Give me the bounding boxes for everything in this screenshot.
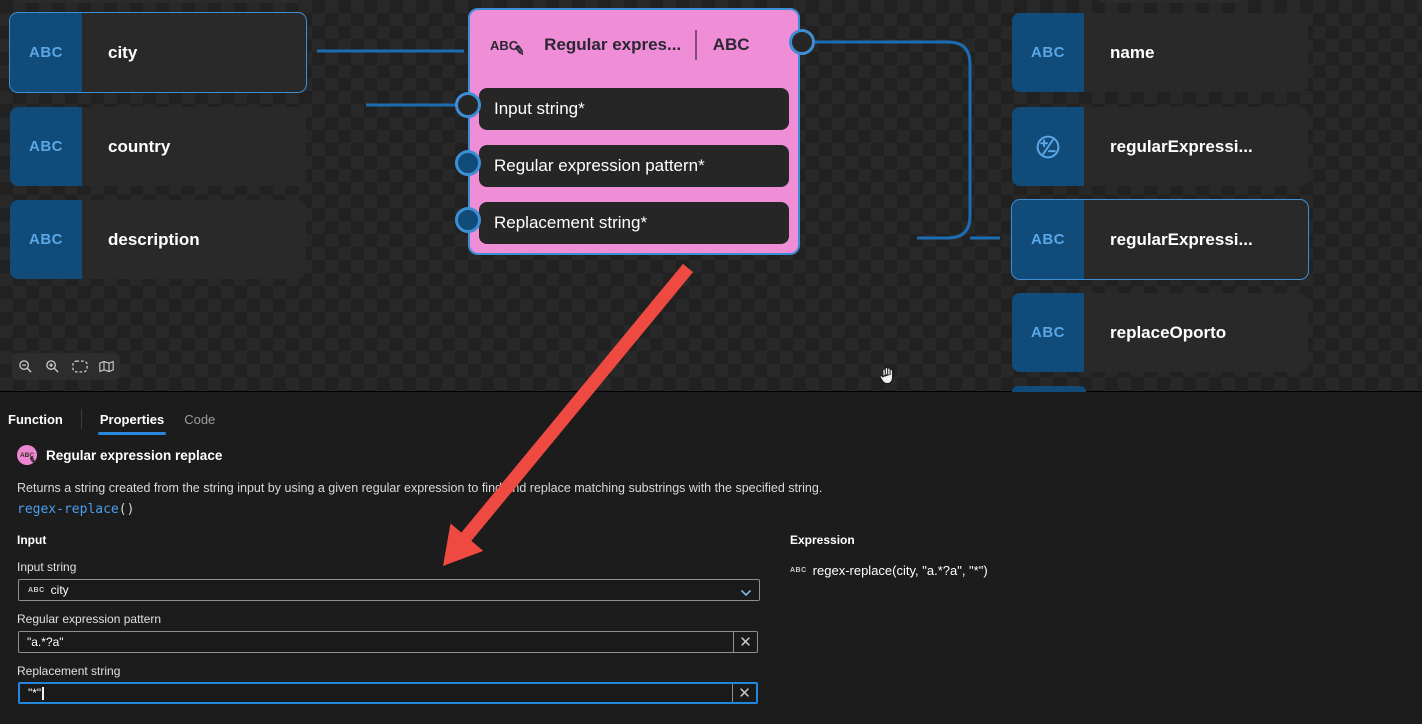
string-type-icon: ABC <box>1012 200 1084 279</box>
pattern-value: "a.*?a" <box>27 635 64 649</box>
input-string-label: Input string <box>17 560 77 574</box>
string-type-icon: ABC <box>1012 293 1084 372</box>
function-input-row[interactable]: Input string* <box>479 88 789 130</box>
minimap-icon[interactable] <box>96 356 118 378</box>
target-node-regular-expression[interactable]: ABC regularExpressi... <box>1011 199 1309 280</box>
string-type-icon: ABC <box>10 200 82 279</box>
expression-section-heading: Expression <box>790 533 855 547</box>
pattern-input[interactable]: "a.*?a" ✕ <box>18 631 758 653</box>
input-port-pattern[interactable] <box>455 150 481 176</box>
replacement-value: "*" <box>28 686 42 700</box>
clipped-node-top-left <box>15 0 299 3</box>
function-node-regex-replace[interactable]: ABC ✎ Regular expres... ABC Input string*… <box>468 8 800 255</box>
edge-function-output[interactable] <box>802 40 972 240</box>
node-label: replaceOporto <box>1110 322 1227 342</box>
string-type-icon: ABC <box>10 13 82 92</box>
tab-properties[interactable]: Properties <box>90 405 174 435</box>
string-type-icon: ABC <box>10 107 82 186</box>
abc-edit-icon: ABC ✎ <box>17 445 37 466</box>
output-port[interactable] <box>789 29 815 55</box>
panel-title: Function <box>8 411 63 427</box>
clipped-node-top-right <box>1100 0 1243 3</box>
function-node-header: ABC ✎ Regular expres... ABC <box>470 10 798 80</box>
source-node-description[interactable]: ABC description <box>10 200 306 279</box>
node-label: regularExpressi... <box>1110 229 1253 249</box>
replacement-label: Replacement string <box>17 664 121 678</box>
pattern-label: Regular expression pattern <box>17 612 162 626</box>
number-type-icon <box>1012 107 1084 186</box>
expression-value: regex-replace(city, "a.*?a", "*") <box>812 563 988 578</box>
string-type-prefix: ABC <box>28 586 45 594</box>
source-node-country[interactable]: ABC country <box>10 107 306 186</box>
abc-edit-icon: ABC ✎ <box>490 37 527 59</box>
replacement-input[interactable]: "*" ✕ <box>18 682 758 704</box>
output-type-badge: ABC <box>712 35 750 54</box>
input-section-heading: Input <box>17 533 47 547</box>
string-type-icon: ABC <box>1012 13 1084 92</box>
function-description: Returns a string created from the string… <box>17 481 823 495</box>
node-label: city <box>108 42 138 62</box>
fit-view-icon[interactable] <box>69 356 91 378</box>
target-node-replace-oporto[interactable]: ABC replaceOporto <box>1012 293 1308 372</box>
clipped-node-bottom-right <box>1012 386 1086 392</box>
expression-preview: ABC regex-replace(city, "a.*?a", "*") <box>790 563 988 578</box>
panel-tabs: Function Properties Code <box>0 405 225 435</box>
clear-icon[interactable]: ✕ <box>732 684 756 702</box>
function-input-row[interactable]: Replacement string* <box>479 202 789 244</box>
function-name: Regular expression replace <box>46 447 223 463</box>
string-type-prefix: ABC <box>790 567 807 574</box>
properties-panel: Function Properties Code ABC ✎ Regular ex… <box>0 393 1422 724</box>
input-port-replacement[interactable] <box>455 207 481 233</box>
chevron-down-icon[interactable] <box>740 586 752 600</box>
node-label: country <box>108 136 171 156</box>
node-label: name <box>1110 42 1155 62</box>
input-port-input-string[interactable] <box>455 92 481 118</box>
node-label: description <box>108 229 200 249</box>
function-signature: regex-replace() <box>17 502 135 517</box>
node-label: regularExpressi... <box>1110 136 1253 156</box>
header-divider <box>695 30 697 60</box>
input-string-value: city <box>50 583 69 597</box>
target-node-regular-expression-number[interactable]: regularExpressi... <box>1012 107 1308 186</box>
function-info-header: ABC ✎ Regular expression replace <box>17 445 223 466</box>
clear-icon[interactable]: ✕ <box>733 632 757 652</box>
canvas-toolbar <box>12 353 120 380</box>
tab-code[interactable]: Code <box>174 405 225 433</box>
tab-divider <box>80 409 82 429</box>
mapper-canvas[interactable]: ABC city ABC country ABC description ABC… <box>0 0 1422 392</box>
zoom-out-icon[interactable] <box>15 356 37 378</box>
hand-cursor-icon <box>876 364 899 393</box>
target-node-name[interactable]: ABC name <box>1012 13 1308 92</box>
input-string-dropdown[interactable]: ABC city <box>18 579 760 601</box>
text-caret <box>42 686 44 700</box>
zoom-in-icon[interactable] <box>42 356 64 378</box>
function-input-row[interactable]: Regular expression pattern* <box>479 145 789 187</box>
source-node-city[interactable]: ABC city <box>9 12 307 93</box>
function-node-title: Regular expres... <box>544 35 682 54</box>
